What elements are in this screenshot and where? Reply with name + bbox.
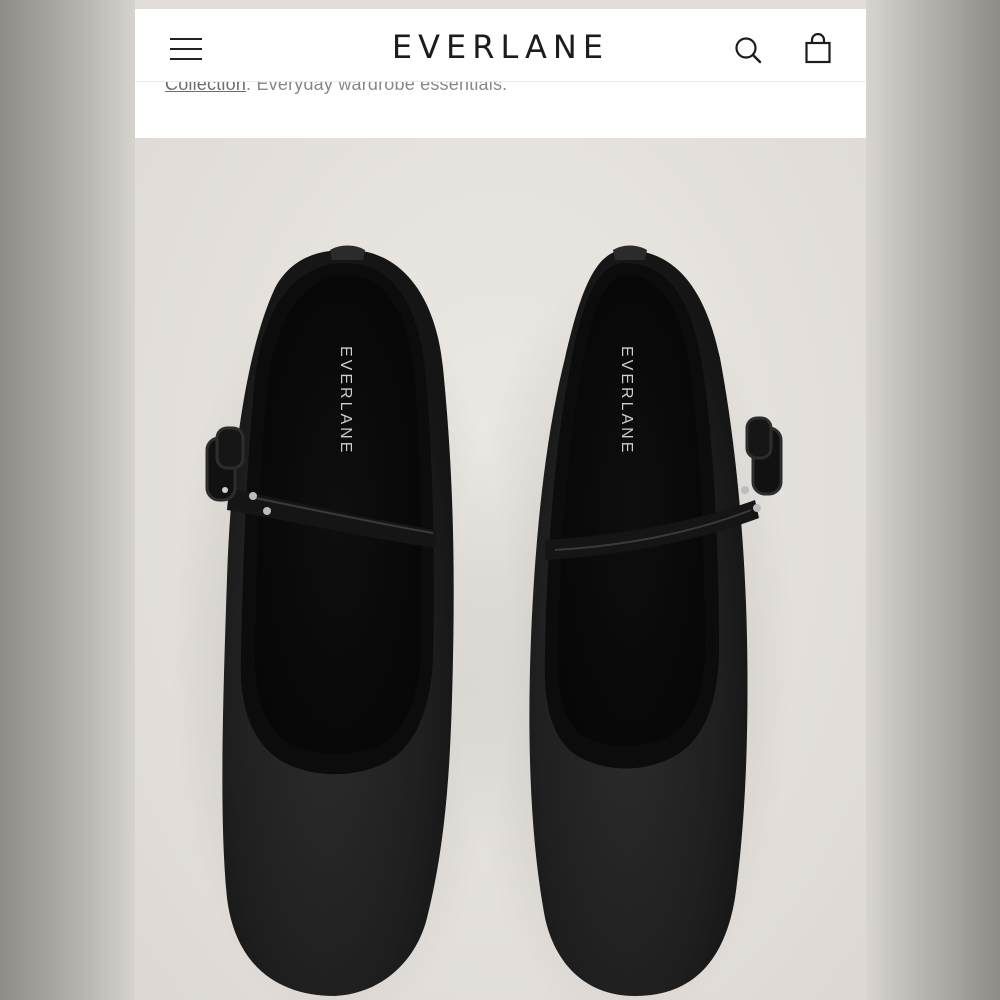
status-strip <box>135 0 866 9</box>
blurred-backdrop-right <box>866 0 1000 1000</box>
top-navigation: EVERLANE <box>135 9 866 82</box>
search-icon[interactable] <box>733 35 763 65</box>
right-insole-brand: EVERLANE <box>618 346 635 455</box>
mobile-page: Collection. Everyday wardrobe essentials… <box>135 0 866 1000</box>
mary-jane-shoes-illustration: EVERLANE EVERLANE <box>170 245 795 1000</box>
shopping-bag-icon[interactable] <box>803 32 833 65</box>
left-insole-brand: EVERLANE <box>337 346 354 455</box>
product-image[interactable]: EVERLANE EVERLANE <box>135 138 866 1000</box>
blurred-backdrop-left <box>0 0 135 1000</box>
